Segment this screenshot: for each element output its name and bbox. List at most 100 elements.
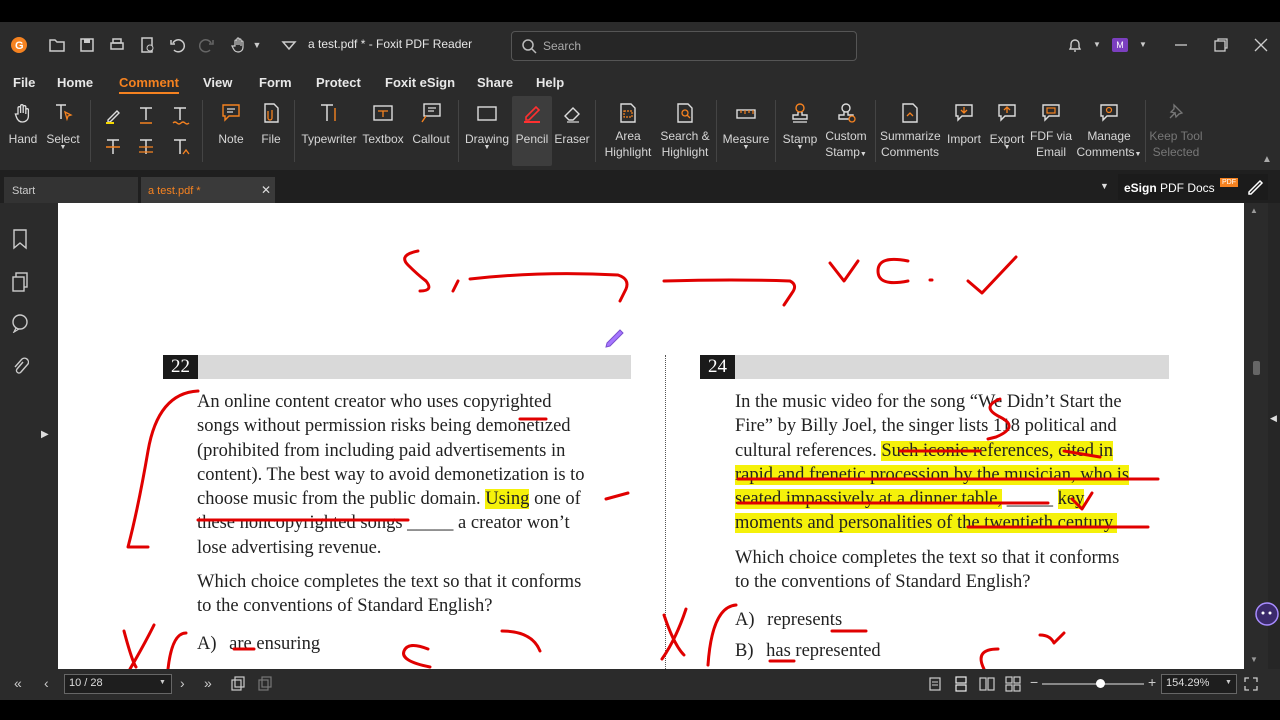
menu-home[interactable]: Home (57, 75, 93, 90)
custom-stamp-button[interactable]: Custom Stamp▼ (822, 96, 870, 166)
print-icon[interactable] (108, 36, 126, 54)
hand-button[interactable]: Hand (4, 96, 42, 166)
pages-icon[interactable] (11, 271, 29, 293)
single-page-view-icon[interactable] (927, 676, 943, 692)
facing-view-icon[interactable] (979, 676, 995, 692)
first-page-icon[interactable]: « (14, 675, 22, 691)
next-page-icon[interactable]: › (180, 675, 185, 691)
tab-start[interactable]: Start (4, 177, 138, 203)
scroll-down-icon[interactable]: ▼ (1250, 655, 1258, 664)
close-icon[interactable] (1252, 36, 1270, 54)
chevron-down-icon[interactable]: ▼ (1100, 181, 1109, 191)
file-attach-icon (264, 103, 279, 123)
chevron-down-icon[interactable]: ▼ (1088, 36, 1106, 54)
drawing-button[interactable]: Drawing ▼ (464, 96, 510, 166)
zoom-value: 154.29% (1166, 677, 1210, 689)
menu-foxit-esign[interactable]: Foxit eSign (385, 75, 455, 90)
menu-comment[interactable]: Comment (119, 75, 179, 94)
comments-panel-icon[interactable] (10, 313, 30, 333)
hand-tool-icon[interactable] (230, 36, 248, 54)
restore-icon[interactable] (1212, 36, 1230, 54)
menu-file[interactable]: File (13, 75, 35, 90)
collapse-ribbon-icon[interactable]: ▲ (1262, 154, 1272, 165)
menu-help[interactable]: Help (536, 75, 564, 90)
bookmark-icon[interactable] (11, 228, 29, 250)
esign-pdf-docs[interactable]: eSign PDF Docs PDF (1118, 174, 1268, 200)
stamp-button[interactable]: Stamp ▼ (780, 96, 820, 166)
insert-text-icon[interactable] (169, 136, 191, 158)
note-button[interactable]: Note (212, 96, 250, 166)
measure-button[interactable]: Measure ▼ (722, 96, 770, 166)
last-page-icon[interactable]: » (204, 675, 212, 691)
underline-icon[interactable] (135, 104, 157, 126)
callout-button[interactable]: Callout (408, 96, 454, 166)
fit-page-icon[interactable] (257, 676, 273, 692)
open-folder-icon[interactable] (48, 36, 66, 54)
separator (1145, 100, 1146, 162)
search-highlight-button[interactable]: Search & Highlight (658, 96, 712, 166)
attachment-icon[interactable] (11, 357, 29, 379)
ink-bracket (706, 603, 738, 667)
redo-icon[interactable] (198, 36, 216, 54)
typewriter-button[interactable]: Typewriter (300, 96, 358, 166)
undo-icon[interactable] (168, 36, 186, 54)
minimize-icon[interactable] (1172, 36, 1190, 54)
squiggly-icon[interactable] (169, 104, 191, 126)
vertical-scrollbar[interactable]: ▲ ▼ (1244, 203, 1268, 669)
document-properties-icon[interactable] (138, 36, 156, 54)
save-icon[interactable] (78, 36, 96, 54)
ink-strike (604, 491, 630, 501)
continuous-view-icon[interactable] (953, 676, 969, 692)
tab-document[interactable]: a test.pdf * ✕ (141, 177, 275, 203)
highlight-icon[interactable] (102, 104, 124, 126)
ai-assistant-icon[interactable] (1254, 601, 1280, 627)
fullscreen-icon[interactable] (1243, 676, 1259, 692)
eraser-button[interactable]: Eraser (554, 96, 590, 166)
area-highlight-icon (620, 103, 636, 123)
menu-form[interactable]: Form (259, 75, 292, 90)
summarize-comments-button[interactable]: Summarize Comments (880, 96, 941, 166)
file-attachment-button[interactable]: File (252, 96, 290, 166)
manage-comments-button[interactable]: Manage Comments▼ (1076, 96, 1142, 166)
menu-view[interactable]: View (203, 75, 232, 90)
export-button[interactable]: Export ▼ (986, 96, 1028, 166)
replace-text-icon[interactable] (135, 136, 157, 158)
zoom-level-select[interactable]: 154.29% ▼ (1161, 674, 1237, 694)
zoom-slider-thumb[interactable] (1096, 679, 1105, 688)
zoom-in-icon[interactable]: + (1148, 674, 1156, 690)
scroll-thumb[interactable] (1253, 361, 1260, 375)
bell-icon[interactable] (1066, 36, 1084, 54)
pdf-page[interactable]: 22 An online content creator who uses co… (58, 203, 1244, 669)
chevron-down-icon[interactable]: ▼ (159, 679, 166, 686)
page-number-input[interactable]: 10 / 28 ▼ (64, 674, 172, 694)
select-button[interactable]: Select ▼ (44, 96, 82, 166)
quick-access-dropdown-icon[interactable] (280, 36, 298, 54)
pencil-button[interactable]: Pencil (512, 96, 552, 166)
chevron-down-icon[interactable]: ▼ (1225, 679, 1232, 686)
menu-protect[interactable]: Protect (316, 75, 361, 90)
import-button[interactable]: Import (944, 96, 984, 166)
typewriter-icon (321, 104, 336, 121)
expand-panel-icon[interactable]: ▶ (41, 429, 49, 440)
strikeout-icon[interactable] (102, 136, 124, 158)
keep-tool-selected-button[interactable]: Keep Tool Selected (1148, 96, 1204, 166)
continuous-facing-icon[interactable] (1005, 676, 1021, 692)
menu-share[interactable]: Share (477, 75, 513, 90)
ink-annotations[interactable] (58, 203, 1244, 669)
close-tab-icon[interactable]: ✕ (261, 183, 271, 197)
chevron-down-icon[interactable]: ▼ (248, 36, 266, 54)
fdf-via-email-button[interactable]: FDF via Email (1030, 96, 1072, 166)
textbox-button[interactable]: Textbox (360, 96, 406, 166)
zoom-slider[interactable] (1042, 683, 1144, 685)
user-avatar[interactable]: M (1112, 38, 1128, 52)
chevron-down-icon[interactable]: ▼ (1134, 36, 1152, 54)
extract-page-icon[interactable] (230, 676, 246, 692)
zoom-out-icon[interactable]: − (1030, 674, 1038, 690)
panel-expander[interactable]: ▶ (40, 203, 58, 669)
ink-underline (898, 449, 1102, 459)
collapse-right-panel-icon[interactable]: ◀ (1270, 413, 1277, 424)
scroll-up-icon[interactable]: ▲ (1250, 206, 1258, 215)
area-highlight-button[interactable]: Area Highlight (600, 96, 656, 166)
previous-page-icon[interactable]: ‹ (44, 675, 49, 691)
search-input[interactable]: Search (511, 31, 857, 61)
